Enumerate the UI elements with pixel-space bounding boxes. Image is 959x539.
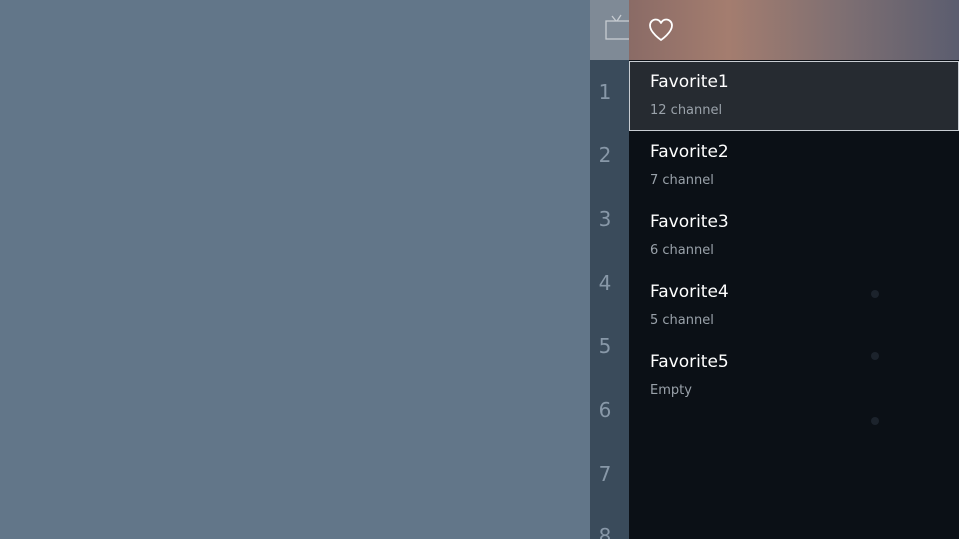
channel-list-header: [590, 0, 630, 60]
channel-list-strip: 1 2 3 4 5 6 7 8: [590, 0, 630, 539]
favorite-name: Favorite5: [650, 352, 729, 372]
tv-screen: 1 2 3 4 5 6 7 8 Favorite1 12 channel Fav…: [0, 0, 959, 539]
channel-number[interactable]: 6: [590, 398, 620, 422]
favorites-header: [629, 0, 959, 60]
favorite-item[interactable]: Favorite4 5 channel: [629, 271, 959, 341]
favorite-name: Favorite4: [650, 282, 729, 302]
channel-number[interactable]: 2: [590, 143, 620, 167]
channel-number[interactable]: 8: [590, 524, 620, 539]
favorite-count: 5 channel: [650, 313, 714, 328]
favorite-count: Empty: [650, 383, 692, 398]
channel-number[interactable]: 1: [590, 80, 620, 104]
background-dot: [871, 417, 879, 425]
channel-number[interactable]: 3: [590, 207, 620, 231]
favorite-count: 7 channel: [650, 173, 714, 188]
channel-number[interactable]: 7: [590, 462, 620, 486]
channel-number[interactable]: 5: [590, 334, 620, 358]
favorite-item[interactable]: Favorite5 Empty: [629, 341, 959, 411]
favorite-item[interactable]: Favorite1 12 channel: [629, 61, 959, 131]
favorite-item[interactable]: Favorite3 6 channel: [629, 201, 959, 271]
favorite-name: Favorite3: [650, 212, 729, 232]
channel-number[interactable]: 4: [590, 271, 620, 295]
heart-icon: [649, 18, 673, 41]
favorite-count: 12 channel: [650, 103, 723, 118]
favorite-name: Favorite1: [650, 72, 729, 92]
favorites-panel: Favorite1 12 channel Favorite2 7 channel…: [629, 0, 959, 539]
favorite-item[interactable]: Favorite2 7 channel: [629, 131, 959, 201]
tv-icon: [605, 14, 630, 40]
favorite-count: 6 channel: [650, 243, 714, 258]
favorite-name: Favorite2: [650, 142, 729, 162]
